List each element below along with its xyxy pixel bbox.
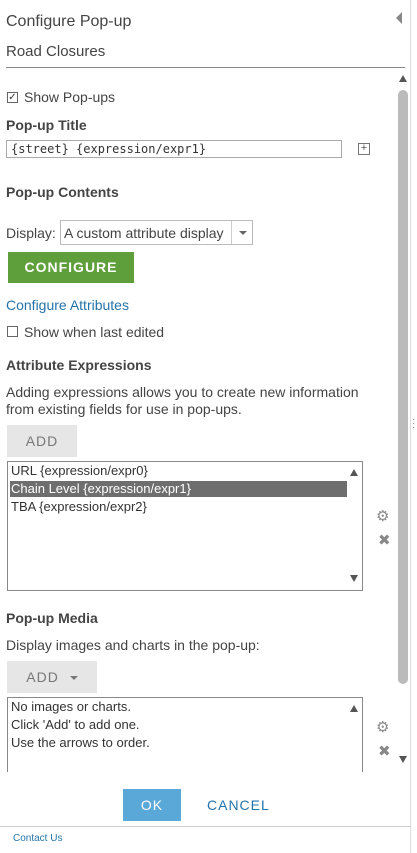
expressions-list[interactable]: URL {expression/expr0} Chain Level {expr… xyxy=(7,461,363,591)
contact-us-link[interactable]: Contact Us xyxy=(13,833,62,844)
list-item[interactable]: URL {expression/expr0} xyxy=(10,463,148,479)
configure-button[interactable]: CONFIGURE xyxy=(8,252,134,283)
add-media-label: ADD xyxy=(26,669,59,685)
remove-icon[interactable]: ✖ xyxy=(378,742,391,760)
gear-icon[interactable]: ⚙ xyxy=(376,507,389,525)
gear-icon[interactable]: ⚙ xyxy=(376,718,389,736)
resize-handle-icon[interactable]: · · · xyxy=(412,415,415,433)
show-last-edited-label: Show when last edited xyxy=(24,324,165,340)
select-divider xyxy=(231,221,232,244)
cancel-button[interactable]: CANCEL xyxy=(207,797,270,813)
footer-bar xyxy=(0,772,396,826)
popup-title-input[interactable]: {street} {expression/expr1} xyxy=(6,140,342,158)
header-divider xyxy=(6,67,405,68)
main-scroll-down-icon[interactable] xyxy=(399,756,407,763)
panel-border xyxy=(410,0,411,853)
chevron-down-icon xyxy=(69,676,78,681)
panel-title: Configure Pop-up xyxy=(6,13,132,30)
popup-contents-heading: Pop-up Contents xyxy=(6,184,119,200)
show-popups-checkbox[interactable]: ✓ xyxy=(7,92,18,103)
display-select-value: A custom attribute display xyxy=(64,225,224,241)
layer-name: Road Closures xyxy=(6,43,106,60)
list-item: Use the arrows to order. xyxy=(11,735,150,750)
main-scrollbar[interactable] xyxy=(398,90,408,684)
media-scroll-up-icon[interactable] xyxy=(350,705,358,712)
add-expression-button[interactable]: ADD xyxy=(7,425,77,457)
list-item[interactable]: TBA {expression/expr2} xyxy=(10,499,147,515)
list-scroll-down-icon[interactable] xyxy=(350,575,358,582)
list-item-selected[interactable]: Chain Level {expression/expr1} xyxy=(10,481,347,497)
list-item: No images or charts. xyxy=(11,699,131,714)
collapse-arrow-icon[interactable] xyxy=(396,12,402,24)
plus-icon[interactable]: + xyxy=(358,143,370,155)
expressions-description-1: Adding expressions allows you to create … xyxy=(6,384,359,400)
show-last-edited-checkbox[interactable] xyxy=(7,326,18,337)
popup-media-heading: Pop-up Media xyxy=(6,610,98,626)
remove-icon[interactable]: ✖ xyxy=(378,531,391,549)
show-popups-label: Show Pop-ups xyxy=(24,89,116,105)
attribute-expressions-heading: Attribute Expressions xyxy=(6,357,152,373)
configure-attributes-link[interactable]: Configure Attributes xyxy=(6,297,129,313)
media-list[interactable]: No images or charts. Click 'Add' to add … xyxy=(7,697,363,777)
expressions-description-2: from existing fields for use in pop-ups. xyxy=(6,401,242,417)
chevron-down-icon xyxy=(239,231,247,235)
ok-button[interactable]: OK xyxy=(123,789,181,821)
list-scroll-up-icon[interactable] xyxy=(350,469,358,476)
display-select[interactable]: A custom attribute display xyxy=(60,220,253,245)
display-label: Display: xyxy=(6,225,56,241)
media-description: Display images and charts in the pop-up: xyxy=(6,637,260,653)
popup-title-heading: Pop-up Title xyxy=(6,117,87,133)
add-media-button[interactable]: ADD xyxy=(7,661,97,693)
main-scroll-up-icon[interactable] xyxy=(399,75,407,82)
footer-divider xyxy=(0,826,411,827)
list-item: Click 'Add' to add one. xyxy=(11,717,140,732)
